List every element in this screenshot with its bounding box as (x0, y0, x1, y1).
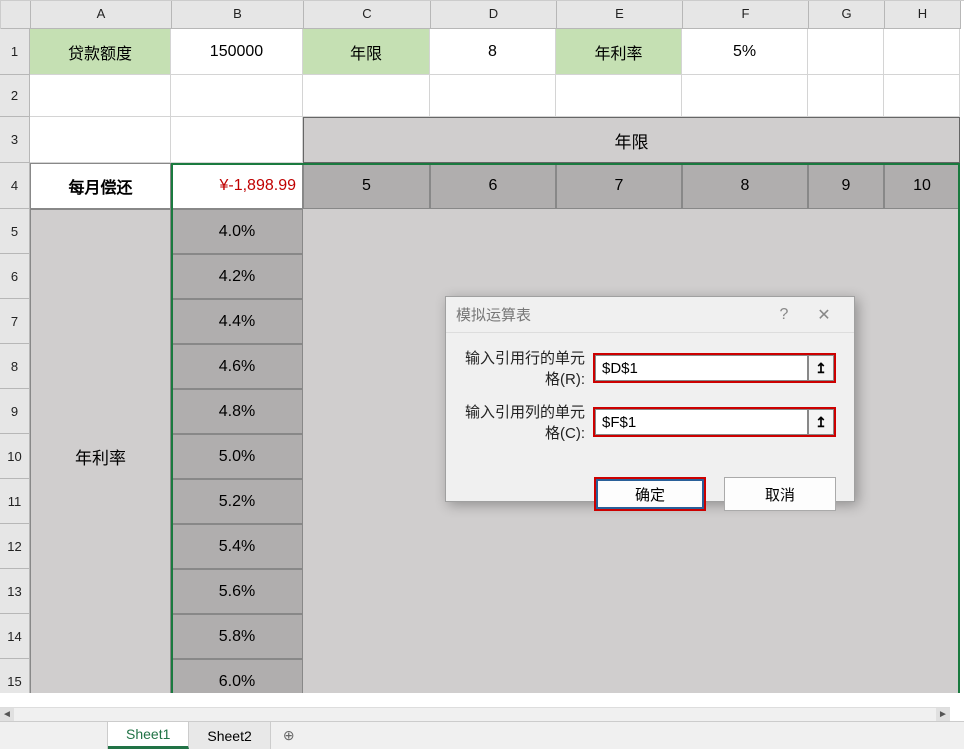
col-F[interactable]: F (683, 1, 809, 29)
row-head-14[interactable]: 14 (0, 614, 30, 659)
help-button[interactable]: ? (764, 300, 804, 330)
dialog-title: 模拟运算表 (456, 304, 764, 325)
cancel-button[interactable]: 取消 (724, 477, 836, 511)
row-head-9[interactable]: 9 (0, 389, 30, 434)
cell-B15[interactable]: 6.0% (171, 659, 303, 693)
col-E[interactable]: E (557, 1, 683, 29)
cell-F4[interactable]: 8 (682, 163, 808, 209)
cell-A1[interactable]: 贷款额度 (30, 29, 171, 75)
range-select-icon[interactable]: ↥ (808, 409, 834, 435)
cell-G2[interactable] (808, 75, 884, 117)
cell-A2[interactable] (30, 75, 171, 117)
row-head-5[interactable]: 5 (0, 209, 30, 254)
cell-B10[interactable]: 5.0% (171, 434, 303, 479)
cell-H4[interactable]: 10 (884, 163, 960, 209)
row-head-4[interactable]: 4 (0, 163, 30, 209)
row-head-10[interactable]: 10 (0, 434, 30, 479)
row-input-label: 输入引用行的单元格(R): (464, 347, 593, 389)
cell-H2[interactable] (884, 75, 960, 117)
tab-nav-buttons[interactable] (0, 722, 108, 749)
cell-B14[interactable]: 5.8% (171, 614, 303, 659)
cell-B2[interactable] (171, 75, 303, 117)
cell-B4[interactable]: ¥-1,898.99 (171, 163, 303, 209)
row-head-7[interactable]: 7 (0, 299, 30, 344)
cell-E1[interactable]: 年利率 (556, 29, 682, 75)
row-head-2[interactable]: 2 (0, 75, 30, 117)
row-1: 1 贷款额度 150000 年限 8 年利率 5% (0, 29, 964, 75)
dialog-title-bar[interactable]: 模拟运算表 ? ✕ (446, 297, 854, 333)
column-headers: A B C D E F G H (0, 0, 964, 29)
cell-C1[interactable]: 年限 (303, 29, 430, 75)
row-2: 2 (0, 75, 964, 117)
tab-sheet1[interactable]: Sheet1 (108, 722, 189, 749)
ok-button[interactable]: 确定 (594, 477, 706, 511)
col-G[interactable]: G (809, 1, 885, 29)
data-table-dialog: 模拟运算表 ? ✕ 输入引用行的单元格(R): ↥ 输入引用列的单元格(C): … (445, 296, 855, 502)
col-input-cell-field[interactable] (595, 409, 808, 435)
cell-B3[interactable] (171, 117, 303, 163)
cell-F2[interactable] (682, 75, 808, 117)
row-head-13[interactable]: 13 (0, 569, 30, 614)
scroll-left-icon[interactable]: ◄ (0, 708, 14, 721)
cell-D2[interactable] (430, 75, 556, 117)
row-head-1[interactable]: 1 (0, 29, 30, 75)
cell-B1[interactable]: 150000 (171, 29, 303, 75)
sheet-tab-bar: Sheet1 Sheet2 ⊕ (0, 721, 964, 749)
cell-C2[interactable] (303, 75, 430, 117)
horizontal-scrollbar[interactable]: ◄ ► (0, 707, 950, 721)
cell-H1[interactable] (884, 29, 960, 75)
cell-B13[interactable]: 5.6% (171, 569, 303, 614)
cell-A4[interactable]: 每月偿还 (30, 163, 171, 209)
cell-G4[interactable]: 9 (808, 163, 884, 209)
cell-A3[interactable] (30, 117, 171, 163)
cell-D4[interactable]: 6 (430, 163, 556, 209)
add-sheet-icon[interactable]: ⊕ (271, 727, 307, 744)
row-head-3[interactable]: 3 (0, 117, 30, 163)
cell-A5-A15-merged[interactable]: 年利率 (30, 209, 171, 693)
close-icon[interactable]: ✕ (804, 300, 844, 330)
col-D[interactable]: D (431, 1, 557, 29)
row-3: 3 年限 (0, 117, 964, 163)
cell-E2[interactable] (556, 75, 682, 117)
cell-B7[interactable]: 4.4% (171, 299, 303, 344)
cell-B8[interactable]: 4.6% (171, 344, 303, 389)
range-select-icon[interactable]: ↥ (808, 355, 834, 381)
cell-D1[interactable]: 8 (430, 29, 556, 75)
select-all-corner[interactable] (1, 1, 31, 29)
row-head-6[interactable]: 6 (0, 254, 30, 299)
col-B[interactable]: B (172, 1, 304, 29)
col-H[interactable]: H (885, 1, 961, 29)
row-input-cell-field[interactable] (595, 355, 808, 381)
cell-G1[interactable] (808, 29, 884, 75)
cell-B5[interactable]: 4.0% (171, 209, 303, 254)
tab-sheet2[interactable]: Sheet2 (189, 722, 270, 749)
cell-B9[interactable]: 4.8% (171, 389, 303, 434)
cell-B6[interactable]: 4.2% (171, 254, 303, 299)
row-head-11[interactable]: 11 (0, 479, 30, 524)
row-4: 4 每月偿还 ¥-1,898.99 5 6 7 8 9 10 (0, 163, 964, 209)
row-head-8[interactable]: 8 (0, 344, 30, 389)
cell-C3-H3-merged[interactable]: 年限 (303, 117, 960, 163)
col-C[interactable]: C (304, 1, 431, 29)
cell-B12[interactable]: 5.4% (171, 524, 303, 569)
col-A[interactable]: A (31, 1, 172, 29)
cell-C4[interactable]: 5 (303, 163, 430, 209)
cell-F1[interactable]: 5% (682, 29, 808, 75)
col-input-label: 输入引用列的单元格(C): (464, 401, 593, 443)
cell-E4[interactable]: 7 (556, 163, 682, 209)
scroll-right-icon[interactable]: ► (936, 708, 950, 721)
row-head-12[interactable]: 12 (0, 524, 30, 569)
row-head-15[interactable]: 15 (0, 659, 30, 693)
cell-B11[interactable]: 5.2% (171, 479, 303, 524)
